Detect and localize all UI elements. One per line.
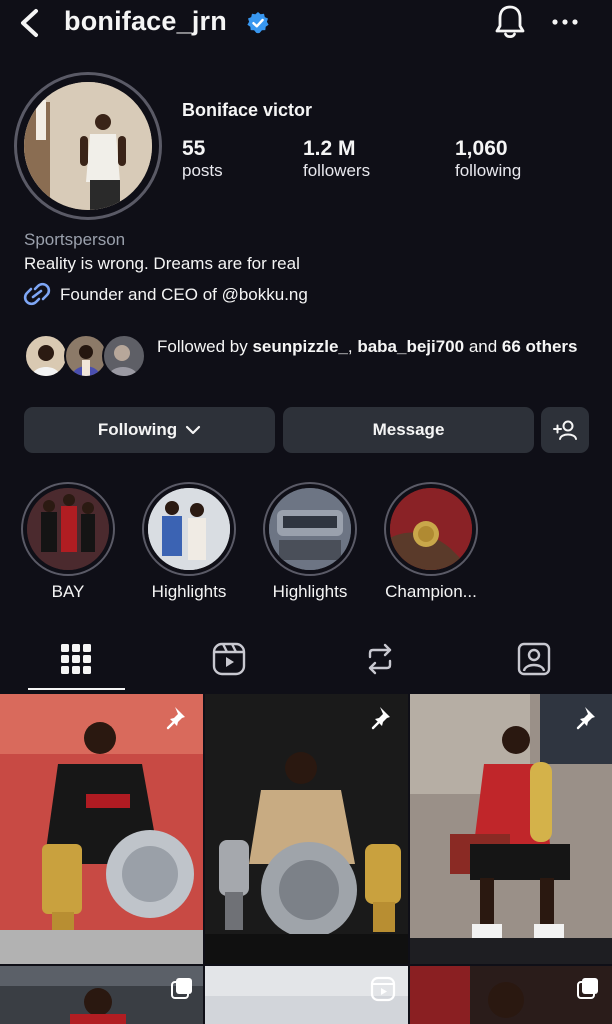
add-user-icon bbox=[553, 420, 577, 440]
highlight-cover bbox=[27, 488, 109, 570]
avatar[interactable] bbox=[24, 82, 152, 210]
mutual-user-link[interactable]: baba_beji700 bbox=[357, 337, 464, 356]
pin-icon bbox=[371, 707, 390, 730]
follower-avatar[interactable] bbox=[102, 334, 146, 378]
posts-count: 55 bbox=[182, 137, 206, 160]
profile-link[interactable]: Founder and CEO of @bokku.ng bbox=[60, 285, 308, 305]
highlight-label: Champion... bbox=[385, 582, 477, 601]
stat-posts[interactable]: 55 posts bbox=[182, 137, 223, 181]
posts-label: posts bbox=[182, 161, 223, 180]
highlight-label: Highlights bbox=[272, 582, 348, 601]
display-name: Boniface victor bbox=[182, 100, 313, 120]
following-label: following bbox=[455, 161, 522, 180]
following-count: 1,060 bbox=[455, 137, 508, 160]
following-button[interactable]: Following bbox=[24, 407, 275, 453]
mutual-user-link[interactable]: seunpizzle_ bbox=[252, 337, 347, 356]
profile-bio: Reality is wrong. Dreams are for real bbox=[24, 254, 300, 273]
pin-icon bbox=[576, 707, 595, 730]
post-thumbnail[interactable] bbox=[205, 694, 408, 964]
post-thumbnail[interactable] bbox=[0, 966, 203, 1024]
more-icon[interactable] bbox=[550, 10, 580, 34]
add-user-button[interactable] bbox=[541, 407, 589, 453]
reel-icon bbox=[370, 976, 396, 1002]
highlight-cover bbox=[148, 488, 230, 570]
post-thumbnail[interactable] bbox=[410, 966, 612, 1024]
tagged-icon[interactable] bbox=[516, 641, 552, 677]
others-link[interactable]: 66 others bbox=[502, 337, 578, 356]
stat-following[interactable]: 1,060 following bbox=[455, 137, 521, 181]
back-icon[interactable] bbox=[14, 6, 46, 40]
active-tab-indicator bbox=[28, 688, 125, 690]
post-thumbnail[interactable] bbox=[205, 966, 408, 1024]
message-button[interactable]: Message bbox=[283, 407, 534, 453]
highlight-label: BAY bbox=[51, 582, 85, 601]
carousel-icon bbox=[577, 978, 598, 999]
link-icon bbox=[23, 282, 51, 306]
follower-avatar[interactable] bbox=[24, 334, 68, 378]
carousel-icon bbox=[171, 978, 192, 999]
profile-username[interactable]: boniface_jrn bbox=[64, 6, 227, 37]
bell-icon[interactable] bbox=[493, 3, 527, 41]
stat-followers[interactable]: 1.2 M followers bbox=[303, 137, 370, 181]
chevron-down-icon bbox=[186, 425, 201, 435]
highlight-label: Highlights bbox=[151, 582, 227, 601]
followers-count: 1.2 M bbox=[303, 137, 356, 160]
reposts-icon[interactable] bbox=[362, 641, 398, 677]
pin-icon bbox=[166, 707, 185, 730]
followers-label: followers bbox=[303, 161, 371, 180]
reels-icon[interactable] bbox=[211, 641, 247, 677]
post-thumbnail[interactable] bbox=[410, 694, 612, 964]
profile-category: Sportsperson bbox=[24, 230, 126, 249]
highlight-cover bbox=[390, 488, 472, 570]
followed-by-text[interactable]: Followed by seunpizzle_, baba_beji700 an… bbox=[157, 335, 597, 358]
highlight-cover bbox=[269, 488, 351, 570]
grid-icon[interactable] bbox=[58, 641, 94, 677]
post-thumbnail[interactable] bbox=[0, 694, 203, 964]
verified-icon bbox=[247, 12, 269, 34]
following-button-label: Following bbox=[97, 420, 178, 439]
message-button-label: Message bbox=[372, 420, 445, 439]
